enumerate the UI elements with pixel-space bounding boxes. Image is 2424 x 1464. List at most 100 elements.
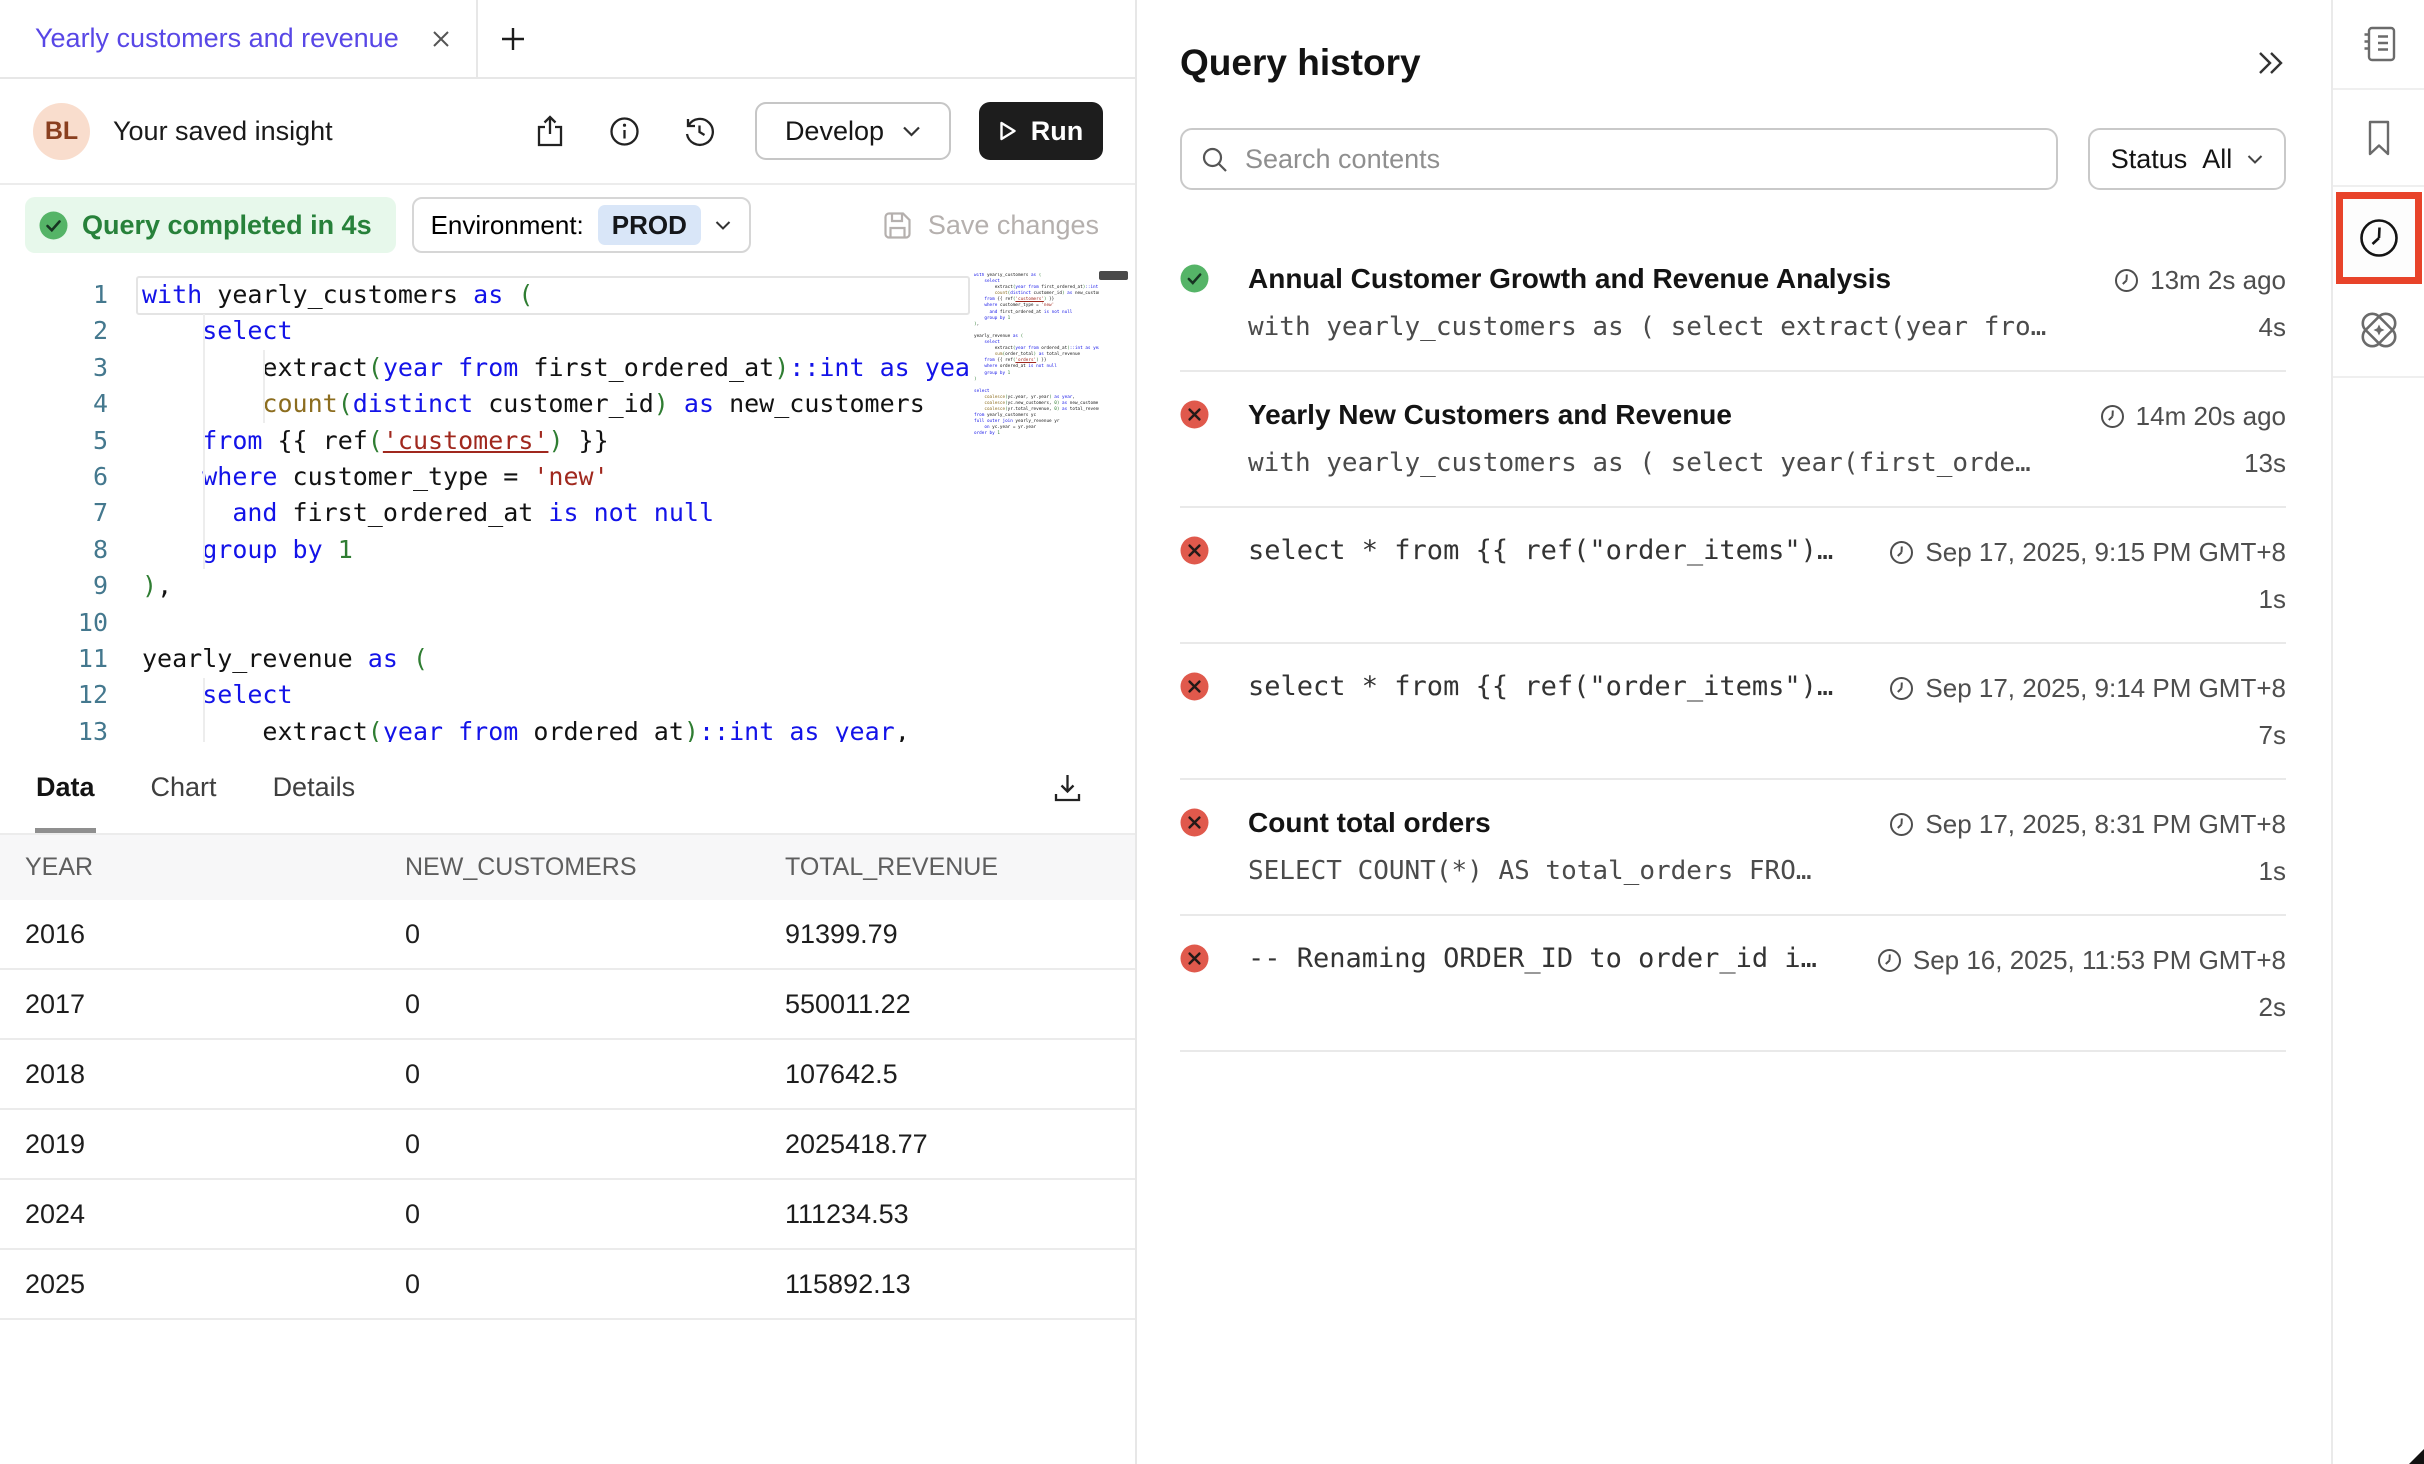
sidebar-item-notebook[interactable] <box>2333 0 2424 90</box>
line-number: 12 <box>0 677 108 713</box>
table-row[interactable]: 2016091399.79 <box>0 900 1135 970</box>
code-area[interactable]: 1with yearly_customers as (2 select3 ext… <box>0 277 1135 742</box>
history-item-time: 14m 20s ago <box>2100 397 2286 432</box>
table-cell: 2017 <box>25 989 405 1020</box>
search-input[interactable] <box>1245 144 2036 175</box>
history-item[interactable]: Count total ordersSep 17, 2025, 8:31 PM … <box>1180 780 2286 916</box>
close-icon[interactable] <box>430 28 452 50</box>
search-box[interactable] <box>1180 128 2058 190</box>
history-item[interactable]: Yearly New Customers and Revenue14m 20s … <box>1180 372 2286 508</box>
table-cell: 0 <box>405 1269 785 1300</box>
column-header-total-revenue[interactable]: TOTAL_REVENUE <box>785 853 1135 882</box>
history-item[interactable]: -- Renaming ORDER_ID to order_id i…Sep 1… <box>1180 916 2286 1052</box>
code-line[interactable]: 4 count(distinct customer_id) as new_cus… <box>0 386 1135 422</box>
history-item[interactable]: Annual Customer Growth and Revenue Analy… <box>1180 236 2286 372</box>
history-item-query-preview: SELECT COUNT(*) AS total_orders FRO… <box>1248 856 1889 886</box>
line-number: 7 <box>0 495 108 531</box>
editor-pane: Yearly customers and revenue BL Your sav… <box>0 0 1137 1464</box>
code-line[interactable]: 11yearly_revenue as ( <box>0 641 1135 677</box>
table-cell: 2025418.77 <box>785 1129 1135 1160</box>
column-header-new-customers[interactable]: NEW_CUSTOMERS <box>405 853 785 882</box>
share-icon[interactable] <box>535 115 565 147</box>
status-filter-dropdown[interactable]: Status All <box>2088 128 2286 190</box>
insight-title: Your saved insight <box>113 116 333 147</box>
history-item[interactable]: select * from {{ ref("order_items")…Sep … <box>1180 508 2286 644</box>
notebook-icon <box>2358 23 2400 65</box>
table-cell: 2019 <box>25 1129 405 1160</box>
resize-handle[interactable] <box>2409 1449 2424 1464</box>
history-item-duration: 1s <box>2259 584 2286 615</box>
tab-title: Yearly customers and revenue <box>35 23 414 54</box>
line-number: 8 <box>0 532 108 568</box>
code-line[interactable]: 7 and first_ordered_at is not null <box>0 495 1135 531</box>
editor-tab-bar: Yearly customers and revenue <box>0 0 1135 79</box>
code-line[interactable]: 10 <box>0 605 1135 641</box>
editor-minimap[interactable]: with yearly_customers as ( select extrac… <box>974 273 1099 459</box>
app-window: Yearly customers and revenue BL Your sav… <box>0 0 2424 1464</box>
success-check-icon <box>38 210 69 241</box>
table-row[interactable]: 20250115892.13 <box>0 1250 1135 1320</box>
copilot-icon <box>2356 307 2402 353</box>
sidebar-item-copilot[interactable] <box>2333 284 2424 378</box>
environment-value-badge: PROD <box>598 205 701 245</box>
table-cell: 0 <box>405 1059 785 1090</box>
clock-icon <box>1889 676 1914 701</box>
history-item-query-preview: with yearly_customers as ( select year(f… <box>1248 448 2100 478</box>
column-header-year[interactable]: YEAR <box>25 853 405 882</box>
panel-title: Query history <box>1180 42 2255 84</box>
table-cell: 2016 <box>25 919 405 950</box>
error-icon <box>1180 808 1209 837</box>
table-cell: 0 <box>405 1199 785 1230</box>
environment-selector[interactable]: Environment: PROD <box>412 197 751 253</box>
history-item-title: Count total orders <box>1248 805 1889 839</box>
line-number: 13 <box>0 714 108 742</box>
line-number: 5 <box>0 423 108 459</box>
download-icon[interactable] <box>1052 772 1083 803</box>
scrollbar-thumb[interactable] <box>1099 271 1128 280</box>
history-clock-icon <box>2354 213 2404 263</box>
tab-data[interactable]: Data <box>35 742 96 833</box>
run-button[interactable]: Run <box>979 102 1103 160</box>
sidebar-item-query-history-active[interactable] <box>2333 187 2424 284</box>
sql-editor[interactable]: 1with yearly_customers as (2 select3 ext… <box>0 265 1135 742</box>
new-tab-button[interactable] <box>498 24 528 54</box>
table-row[interactable]: 20170550011.22 <box>0 970 1135 1040</box>
tab-details[interactable]: Details <box>272 742 357 833</box>
line-number: 3 <box>0 350 108 386</box>
avatar[interactable]: BL <box>33 103 90 160</box>
clock-icon <box>2114 268 2139 293</box>
save-icon <box>882 210 913 241</box>
code-line[interactable]: 2 select <box>0 313 1135 349</box>
version-history-icon[interactable] <box>684 116 715 147</box>
tab-yearly-customers-and-revenue[interactable]: Yearly customers and revenue <box>0 0 478 77</box>
code-line[interactable]: 3 extract(year from first_ordered_at)::i… <box>0 350 1135 386</box>
table-row[interactable]: 20240111234.53 <box>0 1180 1135 1250</box>
code-line[interactable]: 9), <box>0 568 1135 604</box>
save-changes-button[interactable]: Save changes <box>882 210 1099 241</box>
insight-header: BL Your saved insight <box>0 79 1135 185</box>
table-cell: 111234.53 <box>785 1199 1135 1230</box>
line-number: 6 <box>0 459 108 495</box>
sidebar-item-bookmarks[interactable] <box>2333 90 2424 187</box>
history-item[interactable]: select * from {{ ref("order_items")…Sep … <box>1180 644 2286 780</box>
code-line[interactable]: 12 select <box>0 677 1135 713</box>
develop-button[interactable]: Develop <box>755 102 951 160</box>
info-icon[interactable] <box>609 116 640 147</box>
table-row[interactable]: 20180107642.5 <box>0 1040 1135 1110</box>
collapse-panel-icon[interactable] <box>2255 49 2286 77</box>
history-list: Annual Customer Growth and Revenue Analy… <box>1180 236 2286 1052</box>
history-item-title: select * from {{ ref("order_items")… <box>1248 669 1889 702</box>
error-icon <box>1180 400 1209 429</box>
error-icon <box>1180 672 1209 701</box>
success-icon <box>1180 264 1209 293</box>
line-number: 1 <box>0 277 108 313</box>
code-line[interactable]: 8 group by 1 <box>0 532 1135 568</box>
table-row[interactable]: 201902025418.77 <box>0 1110 1135 1180</box>
code-line[interactable]: 6 where customer_type = 'new' <box>0 459 1135 495</box>
line-number: 10 <box>0 605 108 641</box>
table-cell: 0 <box>405 919 785 950</box>
code-line[interactable]: 5 from {{ ref('customers') }} <box>0 423 1135 459</box>
tab-chart[interactable]: Chart <box>150 742 218 833</box>
chevron-down-icon <box>902 125 921 138</box>
code-line[interactable]: 13 extract(year from ordered_at)::int as… <box>0 714 1135 742</box>
